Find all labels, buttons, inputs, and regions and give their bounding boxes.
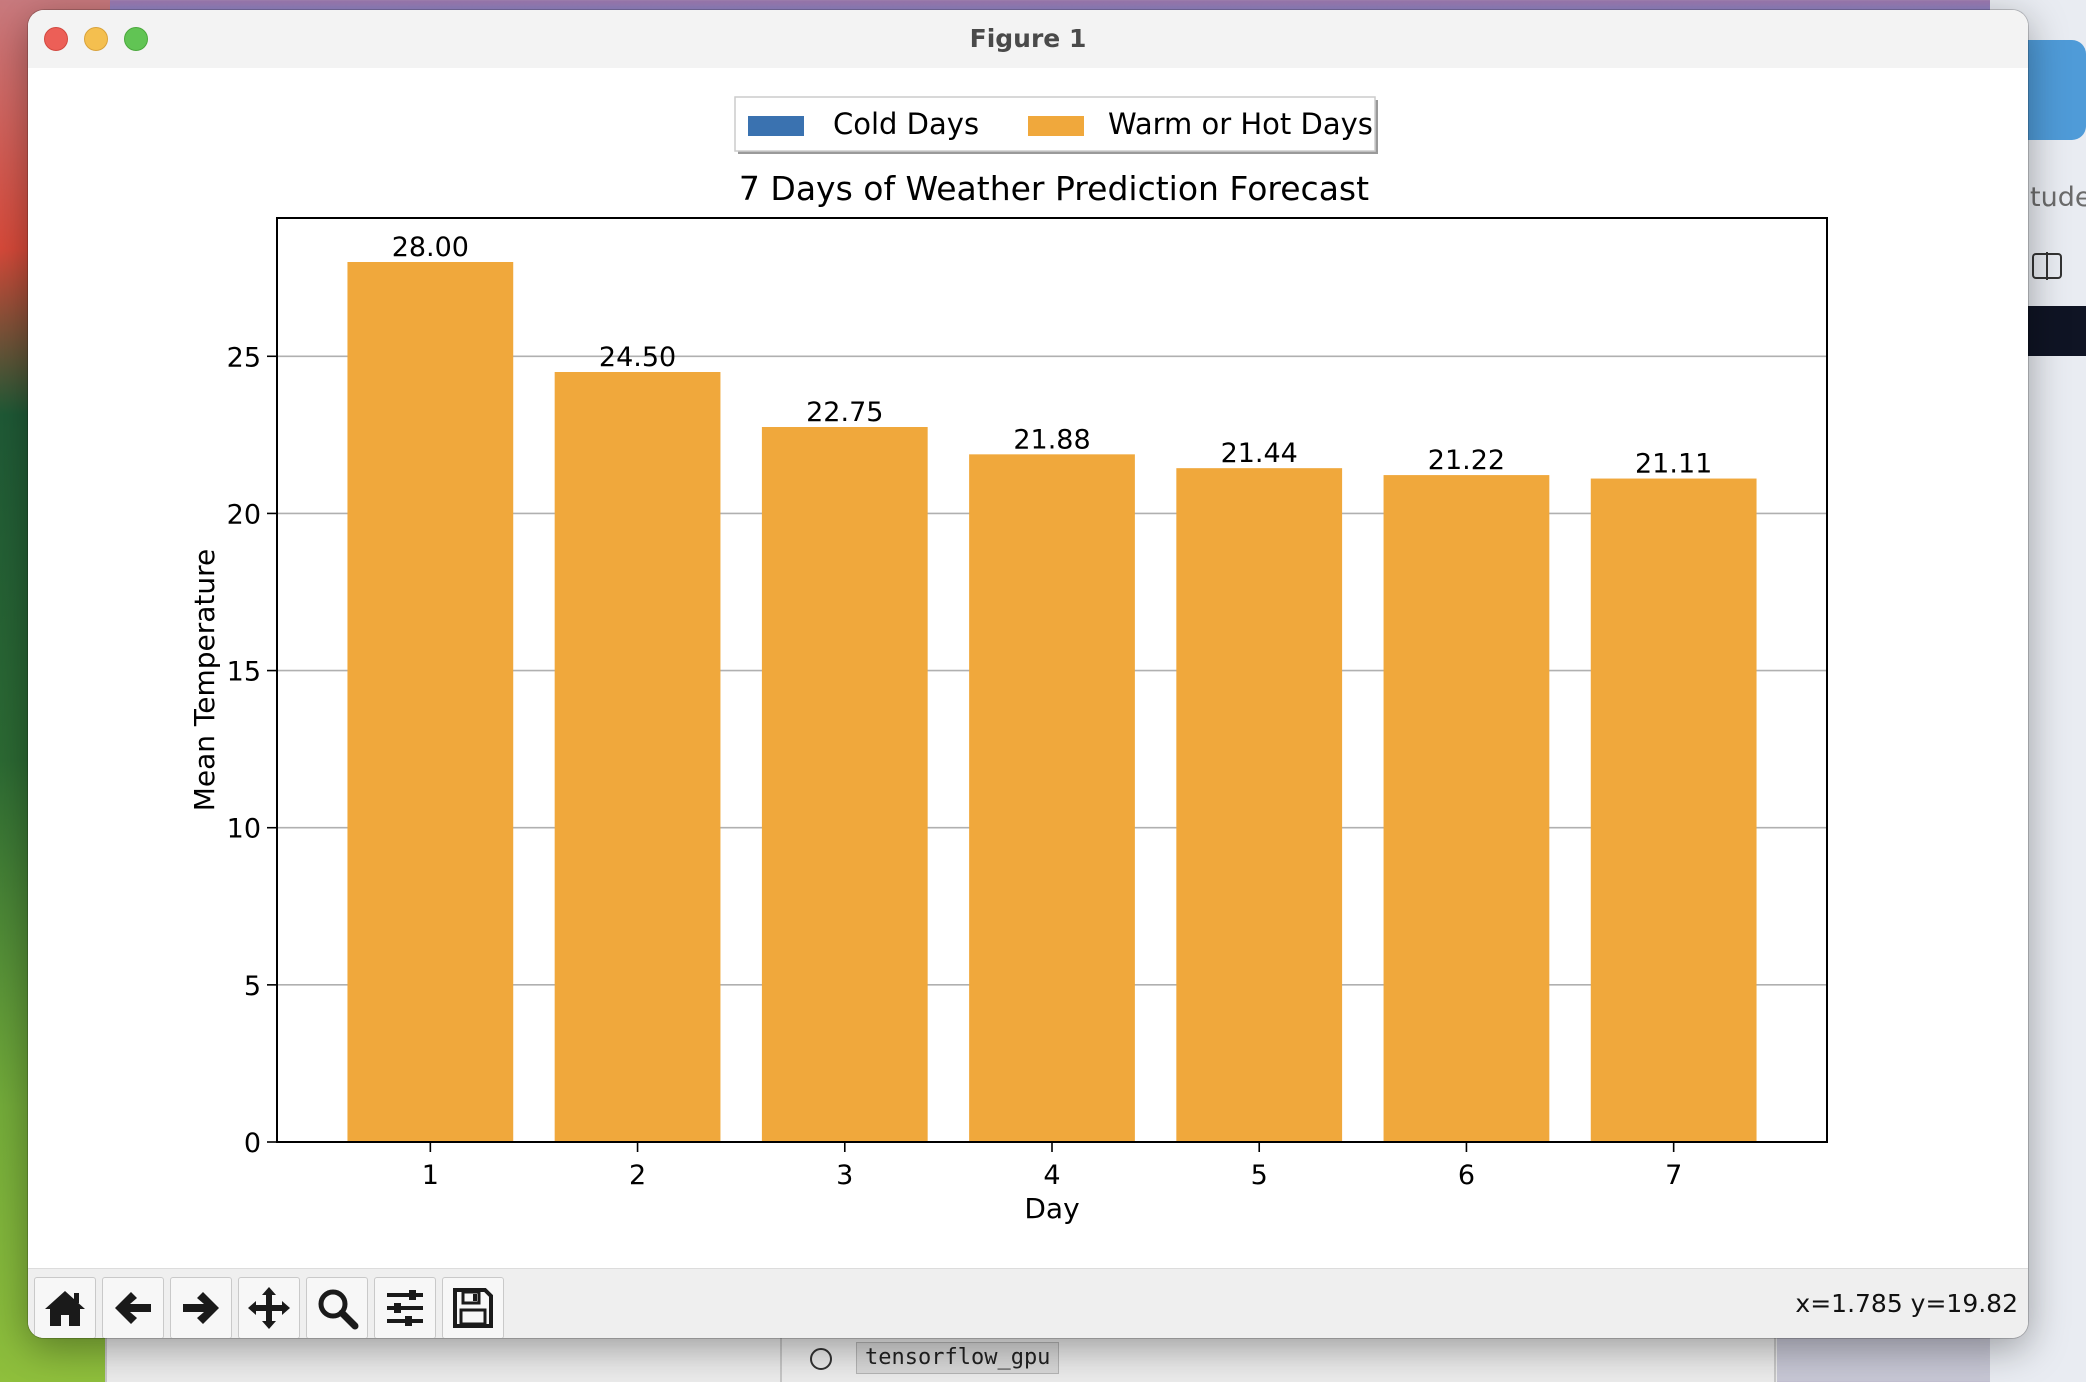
figure-canvas[interactable]: Cold Days Warm or Hot Days 7 Days of Wea… [28, 68, 2028, 1276]
bar-day-7 [1590, 478, 1757, 1142]
x-tick-label: 4 [1043, 1160, 1060, 1191]
home-icon [45, 1291, 85, 1326]
bars [347, 262, 1757, 1143]
x-axis-ticks: 1 2 3 4 5 6 7 [422, 1142, 1682, 1191]
y-tick-label: 25 [227, 342, 261, 373]
x-axis-label: Day [1024, 1192, 1079, 1225]
chart-legend: Cold Days Warm or Hot Days [734, 96, 1378, 154]
bar-day-3 [761, 427, 928, 1142]
y-axis-ticks: 0 5 10 15 20 25 [227, 342, 277, 1159]
bar-day-4 [969, 454, 1135, 1142]
x-tick-label: 1 [422, 1160, 439, 1191]
x-tick-label: 2 [629, 1160, 646, 1191]
bar-value-label: 21.44 [1221, 438, 1298, 469]
bar-value-label: 21.11 [1635, 449, 1712, 480]
floppy-disk-icon [453, 1288, 493, 1328]
back-button[interactable] [102, 1277, 164, 1338]
forward-button[interactable] [170, 1277, 232, 1338]
zoom-button[interactable] [306, 1277, 368, 1338]
y-axis-label: Mean Temperature [188, 549, 221, 812]
x-tick-label: 7 [1665, 1160, 1682, 1191]
bar-day-6 [1383, 475, 1550, 1143]
chart-title: 7 Days of Weather Prediction Forecast [739, 169, 1369, 208]
bar-day-2 [554, 372, 721, 1142]
y-tick-label: 0 [244, 1128, 261, 1159]
move-icon [248, 1287, 290, 1329]
arrow-left-icon [115, 1292, 151, 1324]
arrow-right-icon [183, 1292, 219, 1324]
background-dark-panel [2028, 306, 2086, 356]
figure-toolbar: x=1.785 y=19.82 [28, 1268, 2028, 1338]
magnifier-icon [318, 1289, 359, 1330]
y-tick-label: 15 [227, 657, 261, 688]
kernel-radio-button[interactable] [810, 1348, 832, 1370]
split-view-icon [2032, 252, 2062, 280]
legend-label-warm: Warm or Hot Days [1108, 107, 1373, 141]
bar-value-label: 21.22 [1428, 445, 1505, 476]
legend-swatch-warm [1028, 116, 1084, 136]
x-tick-label: 5 [1251, 1160, 1268, 1191]
cursor-coordinates: x=1.785 y=19.82 [1795, 1289, 2018, 1318]
x-tick-label: 3 [836, 1160, 853, 1191]
window-title: Figure 1 [969, 24, 1087, 53]
y-tick-label: 20 [227, 499, 261, 530]
bar-chart: Cold Days Warm or Hot Days 7 Days of Wea… [188, 96, 1828, 1225]
bar-value-label: 22.75 [806, 397, 883, 428]
x-tick-label: 6 [1458, 1160, 1475, 1191]
pan-button[interactable] [238, 1277, 300, 1338]
legend-label-cold: Cold Days [833, 107, 979, 141]
bar-day-5 [1176, 468, 1343, 1143]
legend-swatch-cold [748, 116, 804, 136]
bar-value-label: 24.50 [599, 342, 676, 373]
title-bar[interactable]: Figure 1 [28, 10, 2028, 69]
save-figure-button[interactable] [442, 1277, 504, 1338]
y-tick-label: 5 [244, 971, 261, 1002]
sliders-icon [387, 1290, 423, 1326]
home-button[interactable] [34, 1277, 96, 1338]
y-tick-label: 10 [227, 814, 261, 845]
bar-value-label: 21.88 [1013, 424, 1090, 455]
configure-subplots-button[interactable] [374, 1277, 436, 1338]
figure-window: Figure 1 Cold Days Warm or Hot Days 7 Da… [28, 10, 2028, 1338]
bar-day-1 [347, 262, 514, 1142]
kernel-env-tag: tensorflow_gpu [856, 1342, 1060, 1374]
background-text: tuden [2030, 182, 2086, 213]
bar-value-label: 28.00 [392, 232, 469, 263]
